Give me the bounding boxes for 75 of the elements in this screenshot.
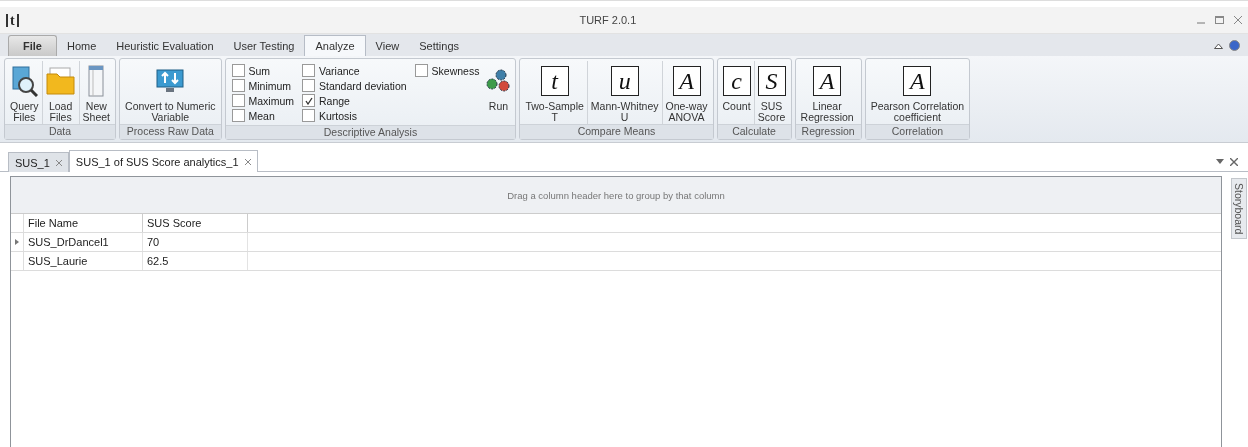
checkbox-label: Sum [248,64,271,77]
sheet-icon [88,65,105,97]
ribbon-tab[interactable]: Analyze [304,35,366,56]
ribbon-button[interactable]: A Linear Regression [797,61,857,124]
letter-icon: A [672,66,701,96]
checkbox[interactable] [414,64,428,77]
ribbon-tab[interactable]: View [365,36,410,56]
ribbon-button[interactable]: A One-way ANOVA [661,61,711,124]
close-icon[interactable] [1234,16,1242,24]
checkbox[interactable] [302,109,315,122]
ribbon-button[interactable]: New Sheet [78,61,114,124]
ribbon-button[interactable]: A Pearson Correlation coefficient [867,61,968,124]
table-cell: 62.5 [143,252,248,270]
checkbox-label: Minimum [248,79,292,92]
group-label: Data [5,124,116,139]
ribbon-button[interactable]: c Count [719,61,754,124]
app-logo: t [6,13,19,27]
checkbox-label: Mean [248,109,275,122]
ribbon-button[interactable]: Convert to Numeric Variable [122,61,219,124]
checkbox-label: Kurtosis [319,109,357,122]
checkbox[interactable] [231,109,245,122]
close-icon[interactable] [55,159,62,166]
monitor-arrows-icon [156,69,185,93]
group-label: Descriptive Analysis [225,125,516,139]
table-cell: SUS_DrDancel1 [24,233,143,251]
group-label: Process Raw Data [120,124,221,139]
document-tab[interactable]: SUS_1 of SUS Score analytics_1 [68,150,258,172]
letter-icon: S [757,66,786,96]
checkbox[interactable] [231,64,245,77]
ribbon-tab[interactable]: Settings [409,36,469,56]
checkbox[interactable] [231,94,245,107]
ribbon-button[interactable]: t Two-Sample T [522,61,587,124]
letter-icon: u [610,66,639,96]
collapse-icon[interactable] [1214,43,1223,49]
checkbox[interactable] [302,79,315,92]
ribbon-tab[interactable]: Heuristic Evaluation [106,36,224,56]
group-label: Calculate [717,124,791,139]
folder-icon [45,66,76,96]
letter-icon: c [722,66,751,96]
group-label: Compare Means [520,124,713,139]
document-tab[interactable]: SUS_1 [8,152,69,172]
column-header[interactable]: SUS Score [143,214,248,232]
magnifier-document-icon [10,65,39,97]
group-label: Correlation [865,124,970,139]
close-icon[interactable] [244,158,251,165]
ribbon-tab[interactable]: File [8,35,57,56]
checkbox[interactable] [302,64,315,77]
dropdown-icon[interactable] [1216,159,1224,164]
checkbox-label: Maximum [248,94,294,107]
table-cell: SUS_Laurie [24,252,143,270]
ribbon-button[interactable]: Query Files [7,61,42,124]
window-title: TURF 2.0.1 [578,14,638,26]
group-label: Regression [795,124,861,139]
column-header[interactable]: File Name [24,214,143,232]
row-indicator-icon [15,239,19,245]
ribbon-tab[interactable]: Home [56,36,107,56]
ribbon-button[interactable]: Load Files [41,61,79,124]
letter-icon: t [540,66,569,96]
ribbon-button[interactable]: S SUS Score [753,61,789,124]
ribbon-tab[interactable]: User Testing [223,36,305,56]
checkbox-label: Standard deviation [319,79,407,92]
close-icon[interactable] [1230,158,1238,166]
side-panel-tab[interactable]: Storyboard [1231,178,1247,240]
table-cell: 70 [143,233,248,251]
checkbox-label: Variance [319,64,360,77]
checkbox-label: Range [319,94,350,107]
checkbox[interactable] [302,94,315,107]
letter-icon: A [813,66,842,96]
maximize-icon[interactable] [1215,16,1224,24]
checkbox[interactable] [231,79,245,92]
ribbon-button[interactable]: u Mann-Whitney U [586,61,662,124]
checkbox-label: Skewness [431,64,480,77]
ribbon-button[interactable]: Run [483,61,514,125]
group-panel-hint: Drag a column header here to group by that column [11,177,1221,214]
letter-icon: A [903,66,932,96]
